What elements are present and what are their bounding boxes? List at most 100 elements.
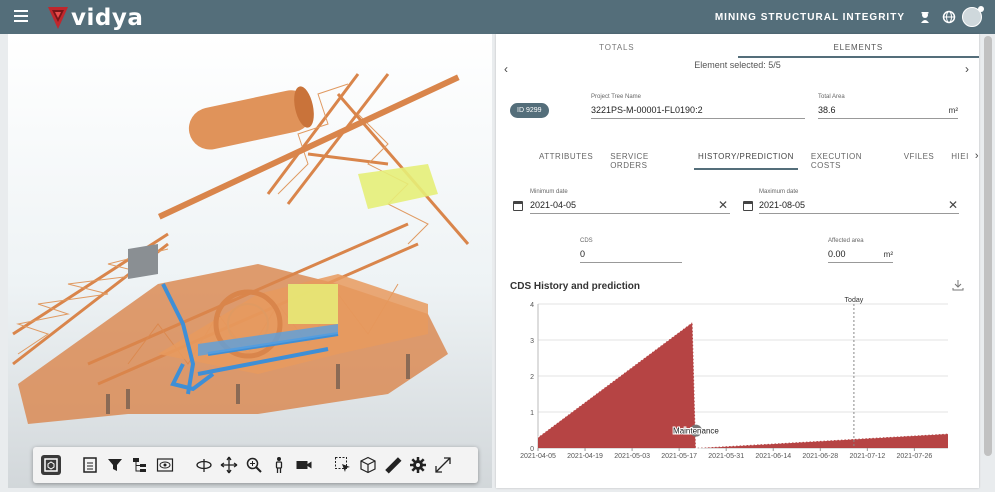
selection-row: ‹ Element selected: 5/5 › xyxy=(496,60,979,76)
panel-tabs: TOTALS ELEMENTS xyxy=(496,34,979,58)
calendar-icon[interactable] xyxy=(743,201,753,211)
person-icon xyxy=(275,457,283,473)
subtab-vfiles[interactable]: VFILES xyxy=(904,150,935,170)
section-cube-icon xyxy=(360,456,376,474)
eye-icon xyxy=(156,458,174,472)
pan-button[interactable] xyxy=(219,455,239,475)
calendar-icon[interactable] xyxy=(513,201,523,211)
x-tick-label: 2021-04-19 xyxy=(567,453,603,460)
zoom-button[interactable] xyxy=(244,455,264,475)
cds-value: 0 xyxy=(580,249,586,259)
stacker-reclaimer-model[interactable] xyxy=(8,34,492,488)
affected-area-field[interactable]: Affected area 0.00 m² xyxy=(828,238,893,263)
x-tick-label: 2021-05-31 xyxy=(708,453,744,460)
min-date-field[interactable]: Minimum date 2021-04-05 xyxy=(530,189,730,214)
series-area xyxy=(538,322,948,448)
select-button[interactable] xyxy=(333,455,353,475)
orbit-button[interactable] xyxy=(194,455,214,475)
min-date-value: 2021-04-05 xyxy=(530,200,577,210)
ruler-icon xyxy=(385,457,402,474)
viewer-toolbar xyxy=(33,447,478,483)
affected-area-label: Affected area xyxy=(828,238,864,244)
menu-icon[interactable] xyxy=(14,10,28,22)
x-tick-label: 2021-07-12 xyxy=(849,453,885,460)
project-tree-value: 3221PS-M-00001-FL0190:2 xyxy=(591,105,703,115)
maintenance-label: Maintenance xyxy=(673,427,719,436)
cds-field[interactable]: CDS 0 xyxy=(580,238,682,263)
gear-icon xyxy=(410,457,426,473)
properties-icon xyxy=(83,457,97,473)
chevron-right-icon[interactable]: › xyxy=(975,150,979,170)
camera-icon xyxy=(296,461,312,469)
x-tick-label: 2021-05-17 xyxy=(661,453,697,460)
avatar[interactable] xyxy=(962,6,984,27)
top-bar: vidya MINING STRUCTURAL INTEGRITY xyxy=(0,0,995,34)
y-tick-label: 4 xyxy=(530,302,534,309)
subtab-service-orders[interactable]: SERVICE ORDERS xyxy=(610,150,681,170)
x-tick-label: 2021-05-03 xyxy=(614,453,650,460)
min-date-label: Minimum date xyxy=(530,189,568,195)
max-date-field[interactable]: Maximum date 2021-08-05 xyxy=(759,189,959,214)
3d-viewer[interactable] xyxy=(8,34,492,488)
camera-button[interactable] xyxy=(294,455,314,475)
panel-scrollbar[interactable] xyxy=(984,36,992,456)
today-label: Today xyxy=(845,297,864,304)
fullscreen-button[interactable] xyxy=(433,455,453,475)
chevron-left-icon[interactable]: ‹ xyxy=(504,62,508,76)
total-area-label: Total Area xyxy=(818,94,845,100)
properties-button[interactable] xyxy=(80,455,100,475)
max-date-value: 2021-08-05 xyxy=(759,200,806,210)
subtab-hiei[interactable]: HIEI xyxy=(951,150,969,170)
logo[interactable]: vidya xyxy=(48,5,143,31)
expand-icon xyxy=(435,457,451,473)
x-tick-label: 2021-04-05 xyxy=(520,453,556,460)
total-area-value: 38.6 xyxy=(818,105,836,115)
visibility-button[interactable] xyxy=(155,455,175,475)
settings-button[interactable] xyxy=(408,455,428,475)
x-tick-label: 2021-06-28 xyxy=(802,453,838,460)
app-title: MINING STRUCTURAL INTEGRITY xyxy=(714,12,905,23)
cds-chart: 0 1 2 3 4 2021-04-05 2021-04-19 2021-05-03 2021-… xyxy=(520,297,949,460)
y-tick-label: 1 xyxy=(530,410,534,417)
download-icon[interactable] xyxy=(952,279,964,291)
cube-icon xyxy=(44,458,58,472)
tab-elements[interactable]: ELEMENTS xyxy=(737,34,979,58)
globe-icon[interactable] xyxy=(942,10,956,24)
total-area-field[interactable]: Total Area 38.6 m² xyxy=(818,94,958,119)
subtab-history-prediction[interactable]: HISTORY/PREDICTION xyxy=(694,150,798,170)
max-date-label: Maximum date xyxy=(759,189,799,195)
detail-subtabs: ATTRIBUTES SERVICE ORDERS HISTORY/PREDIC… xyxy=(539,150,979,170)
details-panel: TOTALS ELEMENTS ‹ Element selected: 5/5 … xyxy=(496,34,979,488)
total-area-unit: m² xyxy=(948,106,958,115)
clear-min-date-icon[interactable]: ✕ xyxy=(718,198,728,212)
y-tick-label: 2 xyxy=(530,374,534,381)
logo-icon xyxy=(48,7,68,29)
selection-text: Element selected: 5/5 xyxy=(694,60,781,70)
x-tick-label: 2021-07-26 xyxy=(896,453,932,460)
logo-text: vidya xyxy=(71,5,144,31)
affected-area-unit: m² xyxy=(883,250,893,259)
view-cube-button[interactable] xyxy=(41,455,61,475)
filter-icon xyxy=(108,459,122,471)
clear-max-date-icon[interactable]: ✕ xyxy=(948,198,958,212)
tab-totals[interactable]: TOTALS xyxy=(496,34,738,58)
orbit-icon xyxy=(196,459,212,472)
model-tree-button[interactable] xyxy=(130,455,150,475)
measure-button[interactable] xyxy=(383,455,403,475)
chart-title: CDS History and prediction xyxy=(510,281,641,292)
pan-icon xyxy=(220,456,238,474)
walk-button[interactable] xyxy=(269,455,289,475)
y-tick-label: 0 xyxy=(530,446,534,453)
subtab-attributes[interactable]: ATTRIBUTES xyxy=(539,150,593,170)
zoom-icon xyxy=(246,457,262,473)
subtab-execution-costs[interactable]: EXECUTION COSTS xyxy=(811,150,887,170)
chevron-right-icon[interactable]: › xyxy=(965,62,969,76)
section-button[interactable] xyxy=(358,455,378,475)
select-icon xyxy=(335,457,350,472)
cds-label: CDS xyxy=(580,238,593,244)
filter-button[interactable] xyxy=(105,455,125,475)
id-badge: ID 9299 xyxy=(510,103,549,118)
y-tick-label: 3 xyxy=(530,338,534,345)
hardhat-user-icon[interactable] xyxy=(918,10,932,24)
project-tree-field[interactable]: Project Tree Name 3221PS-M-00001-FL0190:… xyxy=(591,94,805,119)
